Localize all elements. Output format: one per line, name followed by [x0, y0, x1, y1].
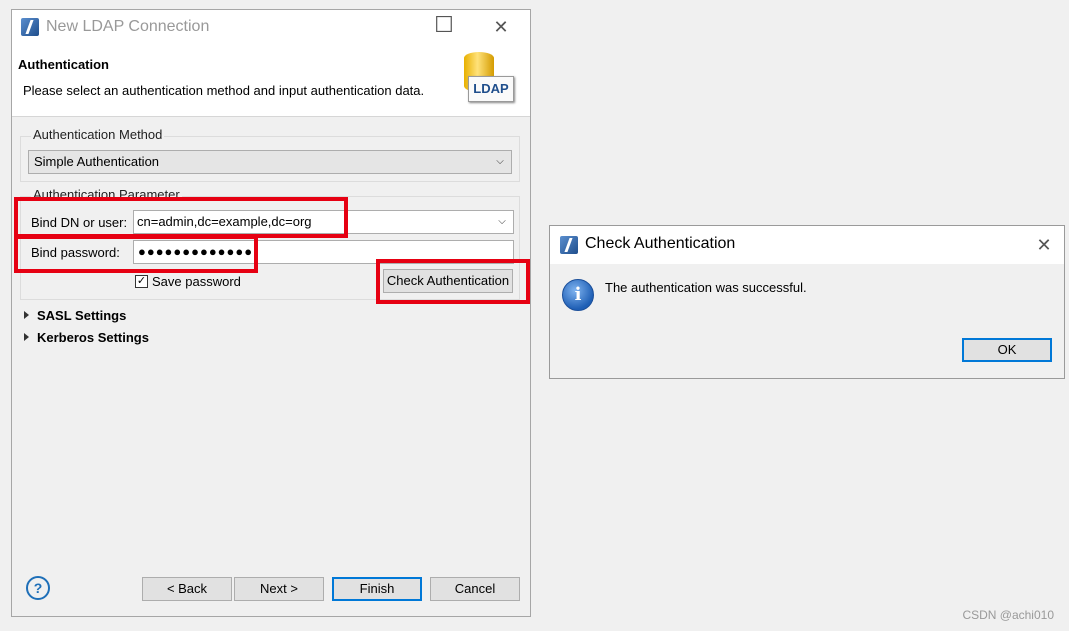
back-button[interactable]: < Back — [142, 577, 232, 601]
ldap-logo-icon: LDAP — [460, 52, 516, 108]
new-ldap-connection-window: New LDAP Connection ☐ ✕ Authentication P… — [11, 9, 531, 617]
finish-button[interactable]: Finish — [332, 577, 422, 601]
maximize-icon[interactable]: ☐ — [432, 14, 456, 36]
sasl-settings-label: SASL Settings — [37, 308, 127, 323]
dialog-titlebar: Check Authentication ✕ — [550, 226, 1064, 264]
check-authentication-button[interactable]: Check Authentication — [383, 269, 513, 293]
dialog-message: The authentication was successful. — [605, 280, 807, 295]
bind-password-input[interactable]: ●●●●●●●●●●●●● — [133, 240, 514, 264]
bind-dn-value: cn=admin,dc=example,dc=org — [137, 214, 312, 229]
close-icon[interactable]: ✕ — [1032, 234, 1056, 256]
help-icon[interactable]: ? — [26, 576, 50, 600]
bind-dn-input[interactable]: cn=admin,dc=example,dc=org ⌵ — [133, 210, 514, 234]
check-authentication-dialog: Check Authentication ✕ i The authenticat… — [549, 225, 1065, 379]
dialog-title: Check Authentication — [585, 235, 736, 252]
chevron-down-icon[interactable]: ⌵ — [493, 151, 507, 173]
wizard-titlebar: New LDAP Connection ☐ ✕ — [12, 10, 530, 46]
expand-triangle-icon[interactable] — [24, 311, 29, 319]
bind-dn-label: Bind DN or user: — [31, 215, 128, 230]
auth-method-group-label: Authentication Method — [31, 127, 165, 142]
auth-parameter-group: Authentication Parameter Bind DN or user… — [20, 187, 520, 300]
cancel-button[interactable]: Cancel — [430, 577, 520, 601]
window-title: New LDAP Connection — [46, 18, 210, 35]
close-icon[interactable]: ✕ — [489, 16, 513, 38]
kerberos-settings-section[interactable]: Kerberos Settings — [24, 330, 149, 345]
app-icon — [21, 18, 39, 36]
watermark: CSDN @achi010 — [962, 608, 1054, 622]
banner-description: Please select an authentication method a… — [23, 83, 425, 98]
chevron-down-icon[interactable]: ⌵ — [495, 211, 509, 233]
auth-method-value: Simple Authentication — [34, 154, 160, 169]
sasl-settings-section[interactable]: SASL Settings — [24, 308, 126, 323]
info-icon: i — [562, 279, 594, 311]
banner-title: Authentication — [18, 57, 109, 72]
kerberos-settings-label: Kerberos Settings — [37, 330, 149, 345]
ok-button[interactable]: OK — [962, 338, 1052, 362]
app-icon — [560, 236, 578, 254]
save-password-label: Save password — [152, 274, 241, 289]
expand-triangle-icon[interactable] — [24, 333, 29, 341]
auth-method-group: Authentication Method Simple Authenticat… — [20, 127, 520, 182]
bind-password-label: Bind password: — [31, 245, 120, 260]
auth-method-select[interactable]: Simple Authentication ⌵ — [28, 150, 512, 174]
ldap-logo-text: LDAP — [468, 76, 514, 102]
next-button[interactable]: Next > — [234, 577, 324, 601]
wizard-banner: Authentication Please select an authenti… — [12, 46, 530, 117]
save-password-checkbox[interactable]: ✓ — [135, 275, 148, 288]
auth-parameter-group-label: Authentication Parameter — [31, 187, 182, 202]
